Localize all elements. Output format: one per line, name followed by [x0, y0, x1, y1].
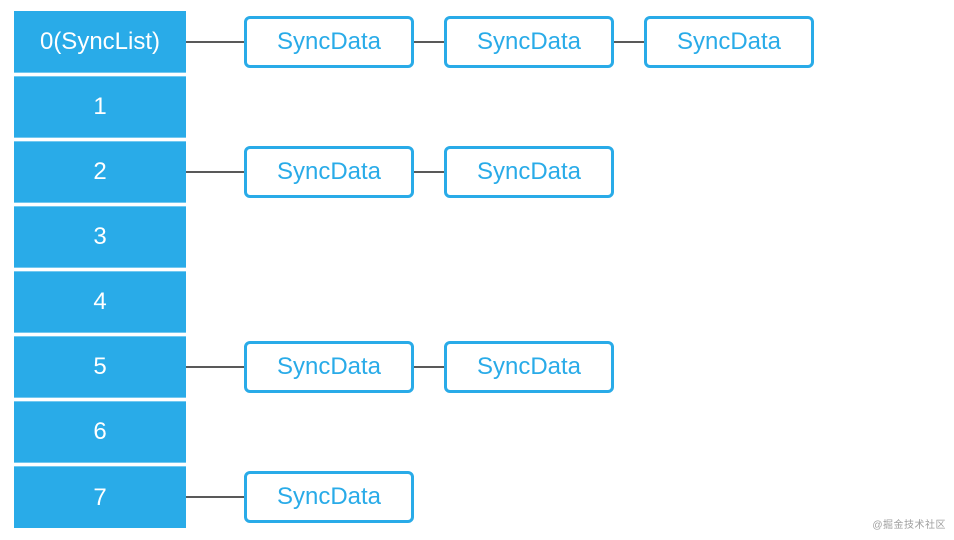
- bucket-slot: 2: [14, 141, 186, 203]
- bucket-slot: 3: [14, 206, 186, 268]
- connector-line: [186, 171, 244, 173]
- bucket-slot: 0(SyncList): [14, 11, 186, 73]
- bucket-slot: 1: [14, 76, 186, 138]
- connector-line: [186, 366, 244, 368]
- connector-line: [414, 41, 444, 43]
- bucket-slot: 5: [14, 336, 186, 398]
- sync-data-node: SyncData: [444, 16, 614, 68]
- table-row: 6: [14, 400, 940, 464]
- table-row: 1: [14, 75, 940, 139]
- sync-data-node: SyncData: [244, 471, 414, 523]
- sync-data-node: SyncData: [444, 341, 614, 393]
- connector-line: [186, 496, 244, 498]
- sync-data-node: SyncData: [644, 16, 814, 68]
- sync-data-node: SyncData: [244, 146, 414, 198]
- connector-line: [414, 366, 444, 368]
- connector-line: [186, 41, 244, 43]
- bucket-slot: 7: [14, 466, 186, 528]
- table-row: 2 SyncData SyncData: [14, 140, 940, 204]
- sync-data-node: SyncData: [244, 16, 414, 68]
- sync-data-node: SyncData: [244, 341, 414, 393]
- table-row: 7 SyncData: [14, 465, 940, 529]
- connector-line: [614, 41, 644, 43]
- watermark-text: @掘金技术社区: [872, 516, 946, 531]
- bucket-slot: 4: [14, 271, 186, 333]
- table-row: 0(SyncList) SyncData SyncData SyncData: [14, 10, 940, 74]
- sync-data-node: SyncData: [444, 146, 614, 198]
- hash-table-diagram: 0(SyncList) SyncData SyncData SyncData 1…: [0, 0, 954, 540]
- connector-line: [414, 171, 444, 173]
- table-row: 4: [14, 270, 940, 334]
- table-row: 3: [14, 205, 940, 269]
- table-row: 5 SyncData SyncData: [14, 335, 940, 399]
- bucket-slot: 6: [14, 401, 186, 463]
